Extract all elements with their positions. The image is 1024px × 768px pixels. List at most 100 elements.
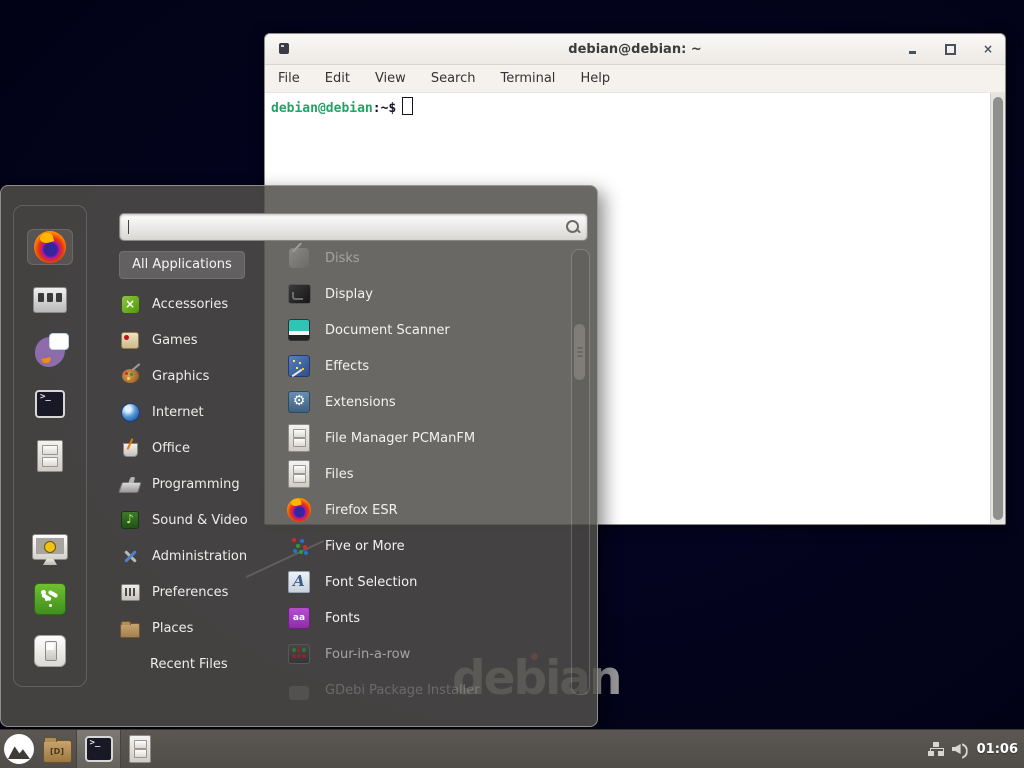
volume-icon[interactable] bbox=[952, 742, 969, 756]
shut-down-button[interactable] bbox=[28, 634, 72, 668]
firefox-icon bbox=[287, 498, 311, 522]
terminal-prompt-line: debian@debian:~$ bbox=[271, 97, 413, 116]
files-launcher[interactable] bbox=[121, 730, 159, 768]
audio-mixer-icon bbox=[33, 287, 67, 313]
app-document-scanner[interactable]: Document Scanner bbox=[286, 312, 572, 348]
favorite-pidgin-button[interactable] bbox=[28, 335, 72, 369]
category-internet[interactable]: Internet bbox=[119, 394, 279, 430]
category-sound-video[interactable]: ♪ Sound & Video bbox=[119, 502, 279, 538]
close-icon: × bbox=[983, 43, 993, 55]
app-extensions[interactable]: ⚙ Extensions bbox=[286, 384, 572, 420]
network-icon[interactable] bbox=[928, 742, 944, 756]
app-disks[interactable]: Disks bbox=[286, 240, 572, 276]
category-preferences[interactable]: Preferences bbox=[119, 574, 279, 610]
all-applications-button[interactable]: All Applications bbox=[119, 251, 245, 279]
file-cabinet-icon bbox=[129, 735, 151, 763]
office-icon bbox=[123, 443, 138, 457]
taskbar-launchers: [D] >_ bbox=[0, 730, 159, 768]
administration-icon bbox=[121, 547, 139, 565]
scrollbar-grip-dots bbox=[577, 352, 582, 353]
terminal-icon: >_ bbox=[35, 390, 65, 418]
display-icon bbox=[288, 284, 311, 304]
disks-icon bbox=[289, 248, 309, 268]
app-effects[interactable]: Effects bbox=[286, 348, 572, 384]
terminal-title: debian@debian: ~ bbox=[265, 42, 1005, 57]
category-programming[interactable]: Programming bbox=[119, 466, 279, 502]
search-icon bbox=[566, 220, 579, 233]
app-search-input[interactable] bbox=[120, 214, 587, 240]
gdebi-icon bbox=[289, 686, 309, 700]
graphics-icon bbox=[122, 369, 139, 383]
file-manager-launcher[interactable]: [D] bbox=[38, 730, 76, 768]
menu-terminal[interactable]: Terminal bbox=[497, 69, 558, 88]
category-office[interactable]: Office bbox=[119, 430, 279, 466]
file-cabinet-icon bbox=[288, 460, 310, 488]
system-tray: 01:06 bbox=[928, 730, 1018, 768]
app-firefox-esr[interactable]: Firefox ESR bbox=[286, 492, 572, 528]
preferences-icon bbox=[121, 584, 140, 601]
file-cabinet-icon bbox=[37, 440, 63, 472]
menu-launcher-button[interactable] bbox=[0, 730, 38, 768]
firefox-icon bbox=[34, 231, 66, 263]
terminal-scrollbar[interactable] bbox=[990, 93, 1005, 524]
app-font-selection[interactable]: A Font Selection bbox=[286, 564, 572, 600]
folder-icon: [D] bbox=[43, 740, 72, 763]
app-list-scrollbar[interactable] bbox=[571, 249, 590, 695]
search-caret bbox=[128, 220, 129, 234]
terminal-scrollbar-thumb[interactable] bbox=[993, 97, 1003, 520]
sound-video-icon: ♪ bbox=[121, 511, 139, 529]
four-in-a-row-icon bbox=[288, 644, 310, 664]
minimize-button[interactable] bbox=[905, 42, 919, 56]
lock-screen-button[interactable] bbox=[28, 530, 72, 564]
screen: debian debian@debian: ~ × File Edit View… bbox=[0, 0, 1024, 768]
menu-view[interactable]: View bbox=[372, 69, 409, 88]
terminal-icon: >_ bbox=[85, 736, 113, 762]
favorite-firefox-button[interactable] bbox=[27, 229, 73, 265]
programming-icon bbox=[118, 482, 142, 493]
log-out-button[interactable] bbox=[28, 582, 72, 616]
category-recent-files[interactable]: Recent Files bbox=[119, 646, 279, 682]
prompt-user-host: debian@debian bbox=[271, 101, 373, 116]
effects-icon bbox=[288, 355, 310, 377]
category-administration[interactable]: Administration bbox=[119, 538, 279, 574]
menu-button-icon bbox=[4, 734, 34, 764]
maximize-button[interactable] bbox=[943, 42, 957, 56]
close-button[interactable]: × bbox=[981, 42, 995, 56]
terminal-titlebar[interactable]: debian@debian: ~ × bbox=[265, 34, 1005, 65]
category-accessories[interactable]: Accessories bbox=[119, 286, 279, 322]
app-five-or-more[interactable]: Five or More bbox=[286, 528, 572, 564]
menu-search[interactable]: Search bbox=[428, 69, 479, 88]
menu-help[interactable]: Help bbox=[577, 69, 613, 88]
category-places[interactable]: Places bbox=[119, 610, 279, 646]
app-files[interactable]: Files bbox=[286, 456, 572, 492]
document-scanner-icon bbox=[288, 319, 310, 341]
favorite-files-button[interactable] bbox=[28, 439, 72, 473]
app-four-in-a-row[interactable]: Four-in-a-row bbox=[286, 636, 572, 672]
font-selection-icon: A bbox=[288, 571, 310, 593]
app-file-manager-pcmanfm[interactable]: File Manager PCManFM bbox=[286, 420, 572, 456]
category-games[interactable]: Games bbox=[119, 322, 279, 358]
terminal-task-button[interactable]: >_ bbox=[76, 730, 121, 768]
minimize-icon bbox=[909, 51, 916, 54]
app-list-scrollbar-thumb[interactable] bbox=[574, 324, 585, 380]
app-display[interactable]: Display bbox=[286, 276, 572, 312]
five-or-more-icon bbox=[289, 536, 309, 556]
favorite-mixer-button[interactable] bbox=[28, 283, 72, 317]
category-graphics[interactable]: Graphics bbox=[119, 358, 279, 394]
app-gdebi-package-installer[interactable]: GDebi Package Installer bbox=[286, 672, 572, 708]
terminal-window-icon bbox=[279, 43, 289, 54]
favorite-terminal-button[interactable]: >_ bbox=[28, 387, 72, 421]
taskbar: [D] >_ 01:06 bbox=[0, 729, 1024, 768]
games-icon bbox=[121, 332, 139, 349]
internet-icon bbox=[121, 403, 140, 422]
menu-file[interactable]: File bbox=[275, 69, 303, 88]
clock[interactable]: 01:06 bbox=[977, 742, 1018, 757]
app-search-box bbox=[119, 213, 588, 241]
accessories-icon bbox=[122, 296, 139, 313]
menu-edit[interactable]: Edit bbox=[322, 69, 353, 88]
app-fonts[interactable]: aa Fonts bbox=[286, 600, 572, 636]
application-menu: >_ All Applications bbox=[0, 185, 598, 727]
favorites-panel: >_ bbox=[13, 205, 87, 687]
terminal-menubar: File Edit View Search Terminal Help bbox=[265, 65, 1005, 93]
pidgin-icon bbox=[35, 337, 65, 367]
